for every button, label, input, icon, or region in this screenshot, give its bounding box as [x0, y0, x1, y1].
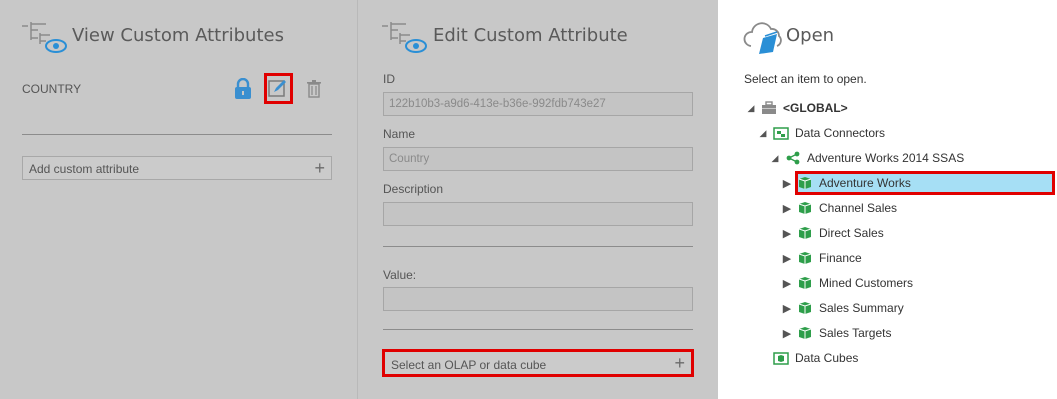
- tree-label: Channel Sales: [819, 201, 898, 215]
- expand-arrow-icon[interactable]: ▶: [781, 202, 793, 215]
- data-cubes-folder-icon: [773, 352, 789, 365]
- tree-label: Sales Targets: [819, 326, 892, 340]
- description-field[interactable]: [383, 202, 693, 226]
- tree-label: Direct Sales: [819, 226, 884, 240]
- value-field[interactable]: [383, 287, 693, 311]
- tree-node-cube[interactable]: ▶ Channel Sales: [781, 197, 897, 219]
- divider: [383, 329, 693, 330]
- tree-label: Data Cubes: [795, 351, 859, 365]
- divider: [383, 246, 693, 247]
- instructions: Select an item to open.: [744, 72, 867, 86]
- expand-arrow-icon[interactable]: ▶: [781, 302, 793, 315]
- briefcase-icon: [762, 101, 776, 114]
- connection-icon: [786, 151, 800, 165]
- tree-node-global[interactable]: ◢ <GLOBAL>: [745, 97, 848, 119]
- view-custom-attributes-panel: View Custom Attributes COUNTRY Add custo…: [0, 0, 357, 399]
- lock-icon[interactable]: [233, 78, 253, 100]
- page-title: Open: [786, 25, 835, 46]
- tree-label: Finance: [819, 251, 862, 265]
- tree-label: Data Connectors: [795, 126, 886, 140]
- collapse-arrow-icon[interactable]: ◢: [757, 128, 769, 139]
- cube-icon: [798, 302, 812, 314]
- id-label: ID: [383, 72, 395, 86]
- trash-icon[interactable]: [306, 79, 322, 98]
- tree-node-connection[interactable]: ◢ Adventure Works 2014 SSAS: [769, 147, 965, 169]
- page-title: Edit Custom Attribute: [433, 25, 628, 46]
- tree-node-data-connectors[interactable]: ◢ Data Connectors: [757, 122, 886, 144]
- divider: [22, 134, 332, 135]
- tree-label: Adventure Works: [819, 176, 911, 190]
- collapse-arrow-icon[interactable]: ◢: [769, 153, 781, 164]
- view-attributes-icon: [22, 22, 67, 53]
- name-label: Name: [383, 127, 416, 141]
- tree-label: Sales Summary: [819, 301, 904, 315]
- edit-custom-attribute-panel: Edit Custom Attribute ID 122b10b3-a9d6-4…: [358, 0, 718, 399]
- tree-node-cube[interactable]: ▶ Sales Summary: [781, 297, 904, 319]
- add-custom-attribute-button[interactable]: Add custom attribute +: [22, 156, 332, 180]
- cube-icon: [798, 202, 812, 214]
- tree-node-cube[interactable]: ▶ Adventure Works: [781, 172, 911, 194]
- expand-arrow-icon[interactable]: ▶: [781, 227, 793, 240]
- tree-node-cube[interactable]: ▶ Mined Customers: [781, 272, 913, 294]
- cube-icon: [798, 227, 812, 239]
- tree-label: Mined Customers: [819, 276, 914, 290]
- tree-node-data-cubes[interactable]: Data Cubes: [773, 347, 858, 369]
- tree-label: <GLOBAL>: [783, 101, 848, 115]
- value-label: Value:: [383, 268, 417, 282]
- add-custom-attribute-label: Add custom attribute: [29, 162, 140, 176]
- description-label: Description: [383, 182, 444, 196]
- expand-arrow-icon[interactable]: ▶: [781, 277, 793, 290]
- tree-label: Adventure Works 2014 SSAS: [807, 151, 965, 165]
- select-cube-button[interactable]: Select an OLAP or data cube +: [382, 349, 694, 377]
- plus-icon: +: [314, 158, 325, 178]
- id-field[interactable]: 122b10b3-a9d6-413e-b36e-992fdb743e27: [383, 92, 693, 116]
- attribute-name: COUNTRY: [22, 82, 82, 96]
- cube-icon: [798, 277, 812, 289]
- collapse-arrow-icon[interactable]: ◢: [745, 103, 757, 114]
- expand-arrow-icon[interactable]: ▶: [781, 327, 793, 340]
- cube-icon: [798, 177, 812, 189]
- cube-icon: [798, 327, 812, 339]
- cube-icon: [798, 252, 812, 264]
- name-field[interactable]: Country: [383, 147, 693, 171]
- tree-node-cube[interactable]: ▶ Sales Targets: [781, 322, 892, 344]
- plus-icon: +: [674, 353, 685, 373]
- edit-icon[interactable]: [268, 78, 288, 98]
- cloud-open-icon: [743, 22, 782, 54]
- connectors-folder-icon: [773, 127, 789, 140]
- expand-arrow-icon[interactable]: ▶: [781, 252, 793, 265]
- expand-arrow-icon[interactable]: ▶: [781, 177, 793, 190]
- select-cube-label: Select an OLAP or data cube: [391, 358, 547, 372]
- tree-node-cube[interactable]: ▶ Finance: [781, 247, 862, 269]
- edit-attributes-icon: [382, 22, 427, 53]
- tree-node-cube[interactable]: ▶ Direct Sales: [781, 222, 884, 244]
- page-title: View Custom Attributes: [72, 25, 284, 46]
